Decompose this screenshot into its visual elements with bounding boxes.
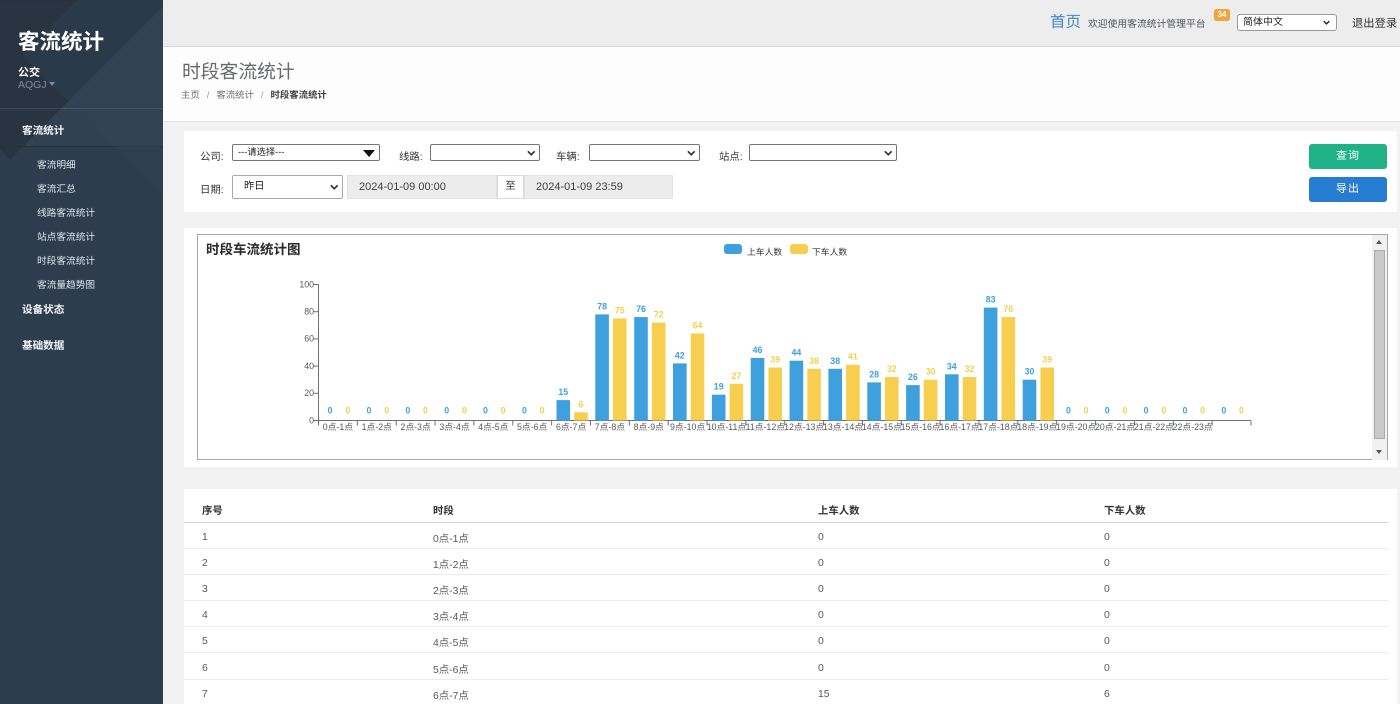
- svg-text:0: 0: [1122, 406, 1127, 416]
- svg-text:26: 26: [908, 372, 918, 382]
- svg-text:22点-23点: 22点-23点: [1173, 422, 1213, 432]
- svg-text:0: 0: [1182, 406, 1187, 416]
- svg-text:0: 0: [540, 406, 545, 416]
- svg-text:0: 0: [405, 406, 410, 416]
- svg-text:75: 75: [615, 306, 625, 316]
- svg-text:76: 76: [1003, 304, 1013, 314]
- svg-text:100: 100: [299, 279, 314, 289]
- svg-text:76: 76: [636, 304, 646, 314]
- svg-text:83: 83: [986, 295, 996, 305]
- svg-text:72: 72: [654, 310, 664, 320]
- svg-text:0: 0: [1066, 406, 1071, 416]
- svg-text:42: 42: [675, 350, 685, 360]
- svg-text:2点-3点: 2点-3点: [400, 422, 431, 432]
- svg-text:0: 0: [501, 406, 506, 416]
- svg-text:5点-6点: 5点-6点: [517, 422, 548, 432]
- svg-text:32: 32: [887, 364, 897, 374]
- svg-text:4点-5点: 4点-5点: [478, 422, 509, 432]
- svg-text:34: 34: [947, 361, 957, 371]
- svg-text:0: 0: [483, 406, 488, 416]
- svg-text:7点-8点: 7点-8点: [595, 422, 626, 432]
- svg-text:0: 0: [522, 406, 527, 416]
- svg-text:16点-17点: 16点-17点: [940, 422, 980, 432]
- svg-text:30: 30: [926, 367, 936, 377]
- svg-text:18点-19点: 18点-19点: [1017, 422, 1057, 432]
- svg-text:64: 64: [693, 321, 703, 331]
- svg-text:11点-12点: 11点-12点: [746, 422, 786, 432]
- svg-text:38: 38: [830, 356, 840, 366]
- svg-text:0: 0: [1161, 406, 1166, 416]
- svg-text:21点-22点: 21点-22点: [1134, 422, 1174, 432]
- svg-text:3点-4点: 3点-4点: [439, 422, 470, 432]
- svg-text:19点-20点: 19点-20点: [1056, 422, 1096, 432]
- svg-text:0: 0: [423, 406, 428, 416]
- svg-text:0点-1点: 0点-1点: [323, 422, 354, 432]
- svg-text:0: 0: [309, 415, 314, 425]
- svg-text:0: 0: [345, 406, 350, 416]
- svg-text:0: 0: [1144, 406, 1149, 416]
- svg-text:0: 0: [1239, 406, 1244, 416]
- svg-text:15: 15: [558, 387, 568, 397]
- svg-text:40: 40: [304, 361, 314, 371]
- svg-text:14点-15点: 14点-15点: [862, 422, 902, 432]
- svg-text:39: 39: [770, 355, 780, 365]
- svg-text:44: 44: [792, 348, 802, 358]
- svg-text:19: 19: [714, 382, 724, 392]
- svg-text:15点-16点: 15点-16点: [901, 422, 941, 432]
- svg-text:8点-9点: 8点-9点: [634, 422, 665, 432]
- svg-text:38: 38: [809, 356, 819, 366]
- svg-text:0: 0: [444, 406, 449, 416]
- svg-text:0: 0: [1105, 406, 1110, 416]
- svg-text:0: 0: [384, 406, 389, 416]
- svg-text:30: 30: [1025, 367, 1035, 377]
- svg-text:9点-10点: 9点-10点: [670, 422, 705, 432]
- svg-text:28: 28: [869, 369, 879, 379]
- svg-text:60: 60: [304, 334, 314, 344]
- svg-text:20: 20: [304, 388, 314, 398]
- svg-text:17点-18点: 17点-18点: [978, 422, 1018, 432]
- svg-text:80: 80: [304, 307, 314, 317]
- svg-text:39: 39: [1042, 355, 1052, 365]
- svg-text:0: 0: [1200, 406, 1205, 416]
- svg-text:78: 78: [597, 301, 607, 311]
- svg-text:27: 27: [732, 371, 742, 381]
- svg-text:0: 0: [462, 406, 467, 416]
- svg-text:41: 41: [848, 352, 858, 362]
- svg-text:10点-11点: 10点-11点: [707, 422, 747, 432]
- svg-text:1点-2点: 1点-2点: [362, 422, 393, 432]
- svg-text:46: 46: [753, 345, 763, 355]
- svg-text:20点-21点: 20点-21点: [1095, 422, 1135, 432]
- svg-text:0: 0: [1084, 406, 1089, 416]
- svg-text:13点-14点: 13点-14点: [823, 422, 863, 432]
- svg-text:0: 0: [328, 406, 333, 416]
- svg-text:0: 0: [1221, 406, 1226, 416]
- svg-text:0: 0: [367, 406, 372, 416]
- svg-text:12点-13点: 12点-13点: [784, 422, 824, 432]
- svg-text:6点-7点: 6点-7点: [556, 422, 587, 432]
- svg-text:32: 32: [965, 364, 975, 374]
- svg-text:6: 6: [579, 399, 584, 409]
